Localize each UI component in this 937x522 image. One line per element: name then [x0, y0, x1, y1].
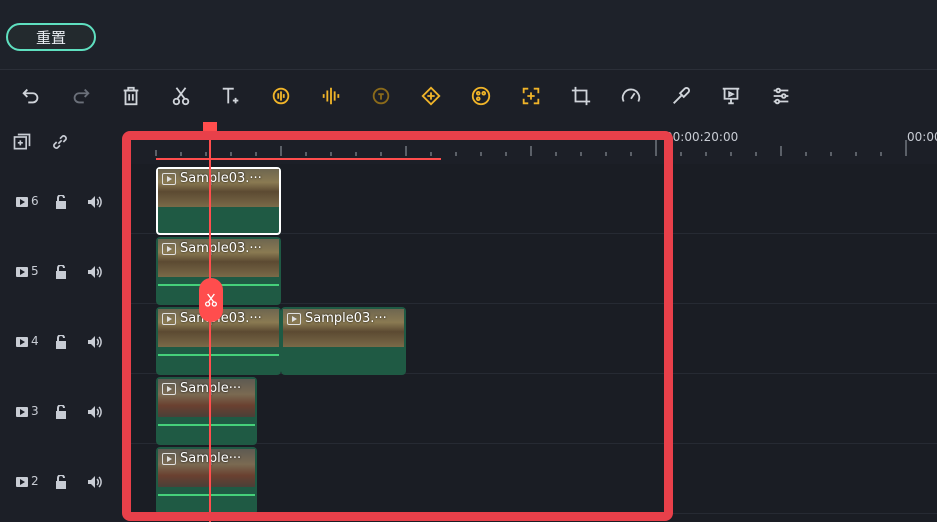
crop-icon[interactable]	[568, 83, 594, 109]
add-track-icon[interactable]	[12, 132, 32, 152]
volume-icon[interactable]	[88, 406, 104, 418]
video-track-icon	[16, 197, 28, 207]
lock-icon[interactable]	[55, 335, 67, 349]
video-track-icon	[16, 477, 28, 487]
track-number: 3	[31, 404, 39, 418]
lock-icon[interactable]	[55, 405, 67, 419]
highlight-box	[122, 131, 673, 521]
ruler-time-label: 00:00	[907, 130, 937, 144]
timeline-toolbar	[0, 70, 937, 122]
ruler-time-label: 00:00:20:00	[665, 130, 739, 144]
volume-icon[interactable]	[88, 336, 104, 348]
video-track-icon	[16, 407, 28, 417]
color-icon[interactable]	[468, 83, 494, 109]
audio-waveform-icon[interactable]	[318, 83, 344, 109]
track-number: 6	[31, 194, 39, 208]
speech-icon[interactable]	[368, 83, 394, 109]
lock-icon[interactable]	[55, 475, 67, 489]
keyframe-icon[interactable]	[418, 83, 444, 109]
track-header: 3	[0, 376, 130, 446]
volume-icon[interactable]	[88, 266, 104, 278]
lock-icon[interactable]	[55, 265, 67, 279]
track-number: 2	[31, 474, 39, 488]
track-header: 6	[0, 166, 130, 236]
scissors-icon[interactable]	[168, 83, 194, 109]
present-icon[interactable]	[718, 83, 744, 109]
volume-icon[interactable]	[88, 196, 104, 208]
auto-reframe-icon[interactable]	[518, 83, 544, 109]
video-track-icon	[16, 267, 28, 277]
eyedropper-icon[interactable]	[668, 83, 694, 109]
adjust-icon[interactable]	[768, 83, 794, 109]
reset-button[interactable]: 重置	[6, 23, 96, 51]
track-number: 5	[31, 264, 39, 278]
track-header: 2	[0, 446, 130, 516]
editor-root: 重置 00:00:20:00 00:0 6 5 4 3 2 Sample03.·…	[0, 0, 937, 522]
speed-icon[interactable]	[618, 83, 644, 109]
volume-icon[interactable]	[88, 476, 104, 488]
track-header: 4	[0, 306, 130, 376]
top-bar: 重置	[0, 0, 937, 70]
redo-icon[interactable]	[68, 83, 94, 109]
link-icon[interactable]	[50, 132, 70, 152]
audio-icon[interactable]	[268, 83, 294, 109]
lock-icon[interactable]	[55, 195, 67, 209]
undo-icon[interactable]	[18, 83, 44, 109]
video-track-icon	[16, 337, 28, 347]
text-icon[interactable]	[218, 83, 244, 109]
track-number: 4	[31, 334, 39, 348]
track-header: 5	[0, 236, 130, 306]
delete-icon[interactable]	[118, 83, 144, 109]
